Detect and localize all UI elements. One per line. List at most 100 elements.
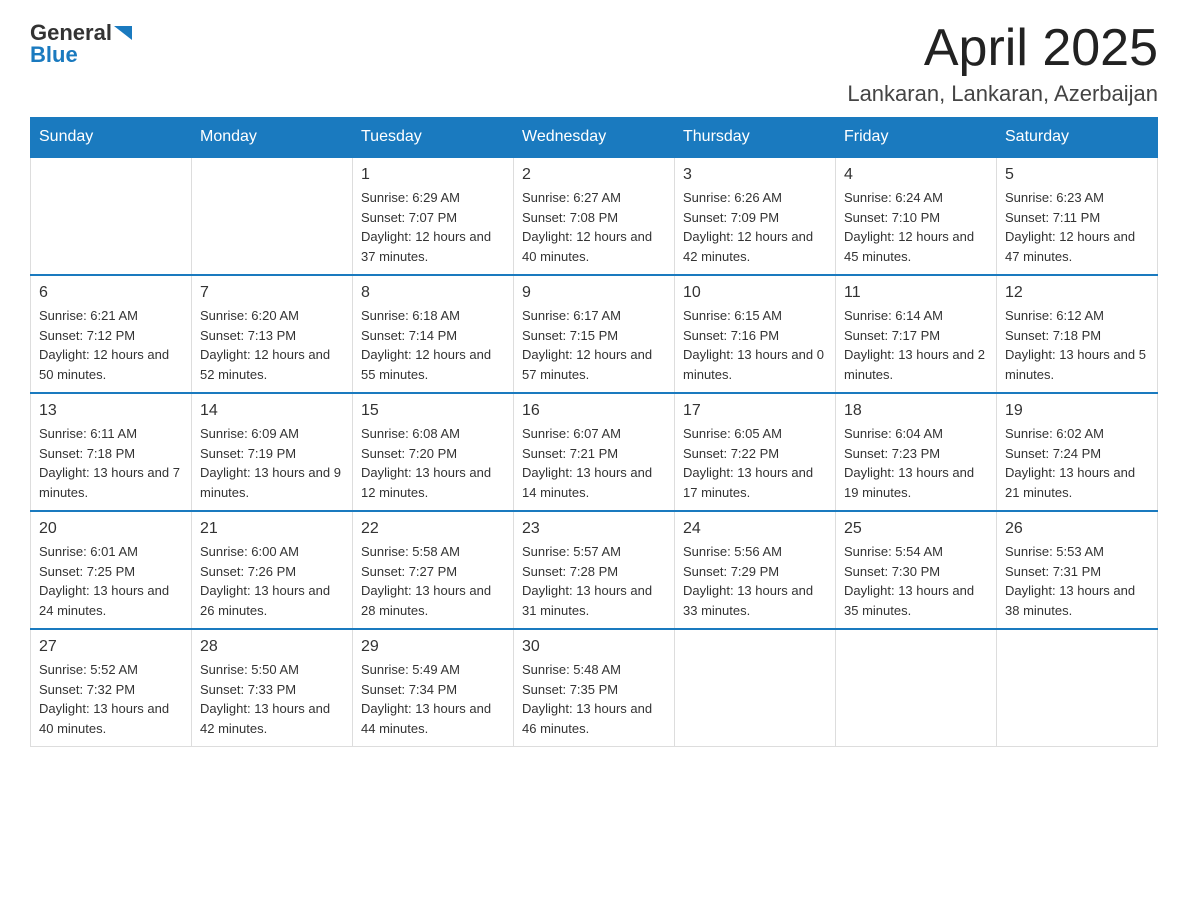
weekday-header-thursday: Thursday bbox=[675, 118, 836, 158]
logo-triangle-icon bbox=[114, 26, 132, 40]
calendar-week-row: 20 Sunrise: 6:01 AMSunset: 7:25 PMDayligh… bbox=[31, 511, 1158, 629]
day-info: Sunrise: 6:00 AMSunset: 7:26 PMDaylight:… bbox=[200, 542, 344, 620]
day-number: 18 bbox=[844, 402, 988, 420]
calendar-cell: 20 Sunrise: 6:01 AMSunset: 7:25 PMDayligh… bbox=[31, 511, 192, 629]
calendar-cell: 9 Sunrise: 6:17 AMSunset: 7:15 PMDaylight… bbox=[514, 275, 675, 393]
calendar-cell: 12 Sunrise: 6:12 AMSunset: 7:18 PMDayligh… bbox=[997, 275, 1158, 393]
calendar-cell bbox=[31, 157, 192, 275]
location-subtitle: Lankaran, Lankaran, Azerbaijan bbox=[847, 81, 1158, 107]
day-info: Sunrise: 5:49 AMSunset: 7:34 PMDaylight:… bbox=[361, 660, 505, 738]
day-number: 26 bbox=[1005, 520, 1149, 538]
day-info: Sunrise: 6:29 AMSunset: 7:07 PMDaylight:… bbox=[361, 188, 505, 266]
calendar-cell: 14Sunrise: 6:09 AMSunset: 7:19 PMDayligh… bbox=[192, 393, 353, 511]
day-info: Sunrise: 6:23 AMSunset: 7:11 PMDaylight:… bbox=[1005, 188, 1149, 266]
calendar-cell: 27Sunrise: 5:52 AMSunset: 7:32 PMDayligh… bbox=[31, 629, 192, 747]
day-info: Sunrise: 6:21 AMSunset: 7:12 PMDaylight:… bbox=[39, 306, 183, 384]
calendar-cell: 1 Sunrise: 6:29 AMSunset: 7:07 PMDaylight… bbox=[353, 157, 514, 275]
day-info: Sunrise: 6:27 AMSunset: 7:08 PMDaylight:… bbox=[522, 188, 666, 266]
day-info: Sunrise: 6:09 AMSunset: 7:19 PMDaylight:… bbox=[200, 424, 344, 502]
calendar-week-row: 27Sunrise: 5:52 AMSunset: 7:32 PMDayligh… bbox=[31, 629, 1158, 747]
day-number: 8 bbox=[361, 284, 505, 302]
calendar-cell: 11 Sunrise: 6:14 AMSunset: 7:17 PMDayligh… bbox=[836, 275, 997, 393]
calendar-cell: 17 Sunrise: 6:05 AMSunset: 7:22 PMDayligh… bbox=[675, 393, 836, 511]
day-info: Sunrise: 6:04 AMSunset: 7:23 PMDaylight:… bbox=[844, 424, 988, 502]
day-info: Sunrise: 6:15 AMSunset: 7:16 PMDaylight:… bbox=[683, 306, 827, 384]
day-number: 27 bbox=[39, 638, 183, 656]
calendar-table: SundayMondayTuesdayWednesdayThursdayFrid… bbox=[30, 117, 1158, 747]
day-number: 7 bbox=[200, 284, 344, 302]
day-info: Sunrise: 5:56 AMSunset: 7:29 PMDaylight:… bbox=[683, 542, 827, 620]
day-number: 5 bbox=[1005, 166, 1149, 184]
calendar-cell: 8 Sunrise: 6:18 AMSunset: 7:14 PMDaylight… bbox=[353, 275, 514, 393]
calendar-cell: 24 Sunrise: 5:56 AMSunset: 7:29 PMDayligh… bbox=[675, 511, 836, 629]
day-number: 6 bbox=[39, 284, 183, 302]
day-info: Sunrise: 5:50 AMSunset: 7:33 PMDaylight:… bbox=[200, 660, 344, 738]
day-number: 10 bbox=[683, 284, 827, 302]
calendar-cell: 19Sunrise: 6:02 AMSunset: 7:24 PMDayligh… bbox=[997, 393, 1158, 511]
weekday-header-saturday: Saturday bbox=[997, 118, 1158, 158]
day-number: 3 bbox=[683, 166, 827, 184]
calendar-cell bbox=[836, 629, 997, 747]
logo-blue-text: Blue bbox=[30, 42, 78, 68]
day-info: Sunrise: 6:17 AMSunset: 7:15 PMDaylight:… bbox=[522, 306, 666, 384]
calendar-cell: 22Sunrise: 5:58 AMSunset: 7:27 PMDayligh… bbox=[353, 511, 514, 629]
calendar-cell: 29 Sunrise: 5:49 AMSunset: 7:34 PMDayligh… bbox=[353, 629, 514, 747]
calendar-week-row: 1 Sunrise: 6:29 AMSunset: 7:07 PMDaylight… bbox=[31, 157, 1158, 275]
calendar-cell: 21 Sunrise: 6:00 AMSunset: 7:26 PMDayligh… bbox=[192, 511, 353, 629]
calendar-cell: 16 Sunrise: 6:07 AMSunset: 7:21 PMDayligh… bbox=[514, 393, 675, 511]
calendar-cell: 10 Sunrise: 6:15 AMSunset: 7:16 PMDayligh… bbox=[675, 275, 836, 393]
day-number: 24 bbox=[683, 520, 827, 538]
day-info: Sunrise: 6:07 AMSunset: 7:21 PMDaylight:… bbox=[522, 424, 666, 502]
day-number: 16 bbox=[522, 402, 666, 420]
month-year-title: April 2025 bbox=[847, 20, 1158, 77]
calendar-cell bbox=[675, 629, 836, 747]
day-number: 9 bbox=[522, 284, 666, 302]
day-info: Sunrise: 6:01 AMSunset: 7:25 PMDaylight:… bbox=[39, 542, 183, 620]
day-number: 13 bbox=[39, 402, 183, 420]
day-number: 4 bbox=[844, 166, 988, 184]
calendar-cell: 13 Sunrise: 6:11 AMSunset: 7:18 PMDayligh… bbox=[31, 393, 192, 511]
day-number: 23 bbox=[522, 520, 666, 538]
title-section: April 2025 Lankaran, Lankaran, Azerbaija… bbox=[847, 20, 1158, 107]
day-info: Sunrise: 5:58 AMSunset: 7:27 PMDaylight:… bbox=[361, 542, 505, 620]
calendar-cell: 5 Sunrise: 6:23 AMSunset: 7:11 PMDaylight… bbox=[997, 157, 1158, 275]
day-info: Sunrise: 5:57 AMSunset: 7:28 PMDaylight:… bbox=[522, 542, 666, 620]
calendar-cell: 2Sunrise: 6:27 AMSunset: 7:08 PMDaylight… bbox=[514, 157, 675, 275]
calendar-cell: 4Sunrise: 6:24 AMSunset: 7:10 PMDaylight… bbox=[836, 157, 997, 275]
weekday-header-tuesday: Tuesday bbox=[353, 118, 514, 158]
day-info: Sunrise: 6:12 AMSunset: 7:18 PMDaylight:… bbox=[1005, 306, 1149, 384]
day-info: Sunrise: 6:11 AMSunset: 7:18 PMDaylight:… bbox=[39, 424, 183, 502]
day-number: 20 bbox=[39, 520, 183, 538]
day-number: 21 bbox=[200, 520, 344, 538]
calendar-week-row: 13 Sunrise: 6:11 AMSunset: 7:18 PMDayligh… bbox=[31, 393, 1158, 511]
day-info: Sunrise: 6:08 AMSunset: 7:20 PMDaylight:… bbox=[361, 424, 505, 502]
day-info: Sunrise: 6:14 AMSunset: 7:17 PMDaylight:… bbox=[844, 306, 988, 384]
day-info: Sunrise: 5:48 AMSunset: 7:35 PMDaylight:… bbox=[522, 660, 666, 738]
day-info: Sunrise: 6:20 AMSunset: 7:13 PMDaylight:… bbox=[200, 306, 344, 384]
day-number: 28 bbox=[200, 638, 344, 656]
calendar-cell: 23 Sunrise: 5:57 AMSunset: 7:28 PMDayligh… bbox=[514, 511, 675, 629]
day-number: 19 bbox=[1005, 402, 1149, 420]
calendar-cell: 6 Sunrise: 6:21 AMSunset: 7:12 PMDaylight… bbox=[31, 275, 192, 393]
calendar-cell bbox=[192, 157, 353, 275]
calendar-cell: 3 Sunrise: 6:26 AMSunset: 7:09 PMDaylight… bbox=[675, 157, 836, 275]
day-number: 15 bbox=[361, 402, 505, 420]
weekday-header-friday: Friday bbox=[836, 118, 997, 158]
calendar-cell: 15 Sunrise: 6:08 AMSunset: 7:20 PMDayligh… bbox=[353, 393, 514, 511]
day-info: Sunrise: 6:18 AMSunset: 7:14 PMDaylight:… bbox=[361, 306, 505, 384]
calendar-cell bbox=[997, 629, 1158, 747]
calendar-cell: 30Sunrise: 5:48 AMSunset: 7:35 PMDayligh… bbox=[514, 629, 675, 747]
calendar-cell: 7 Sunrise: 6:20 AMSunset: 7:13 PMDaylight… bbox=[192, 275, 353, 393]
calendar-cell: 18 Sunrise: 6:04 AMSunset: 7:23 PMDayligh… bbox=[836, 393, 997, 511]
day-number: 12 bbox=[1005, 284, 1149, 302]
page-header: General Blue April 2025 Lankaran, Lankar… bbox=[30, 20, 1158, 107]
day-number: 1 bbox=[361, 166, 505, 184]
day-info: Sunrise: 6:05 AMSunset: 7:22 PMDaylight:… bbox=[683, 424, 827, 502]
weekday-header-monday: Monday bbox=[192, 118, 353, 158]
day-number: 17 bbox=[683, 402, 827, 420]
day-info: Sunrise: 6:26 AMSunset: 7:09 PMDaylight:… bbox=[683, 188, 827, 266]
weekday-header-wednesday: Wednesday bbox=[514, 118, 675, 158]
day-number: 11 bbox=[844, 284, 988, 302]
day-info: Sunrise: 5:53 AMSunset: 7:31 PMDaylight:… bbox=[1005, 542, 1149, 620]
day-number: 29 bbox=[361, 638, 505, 656]
